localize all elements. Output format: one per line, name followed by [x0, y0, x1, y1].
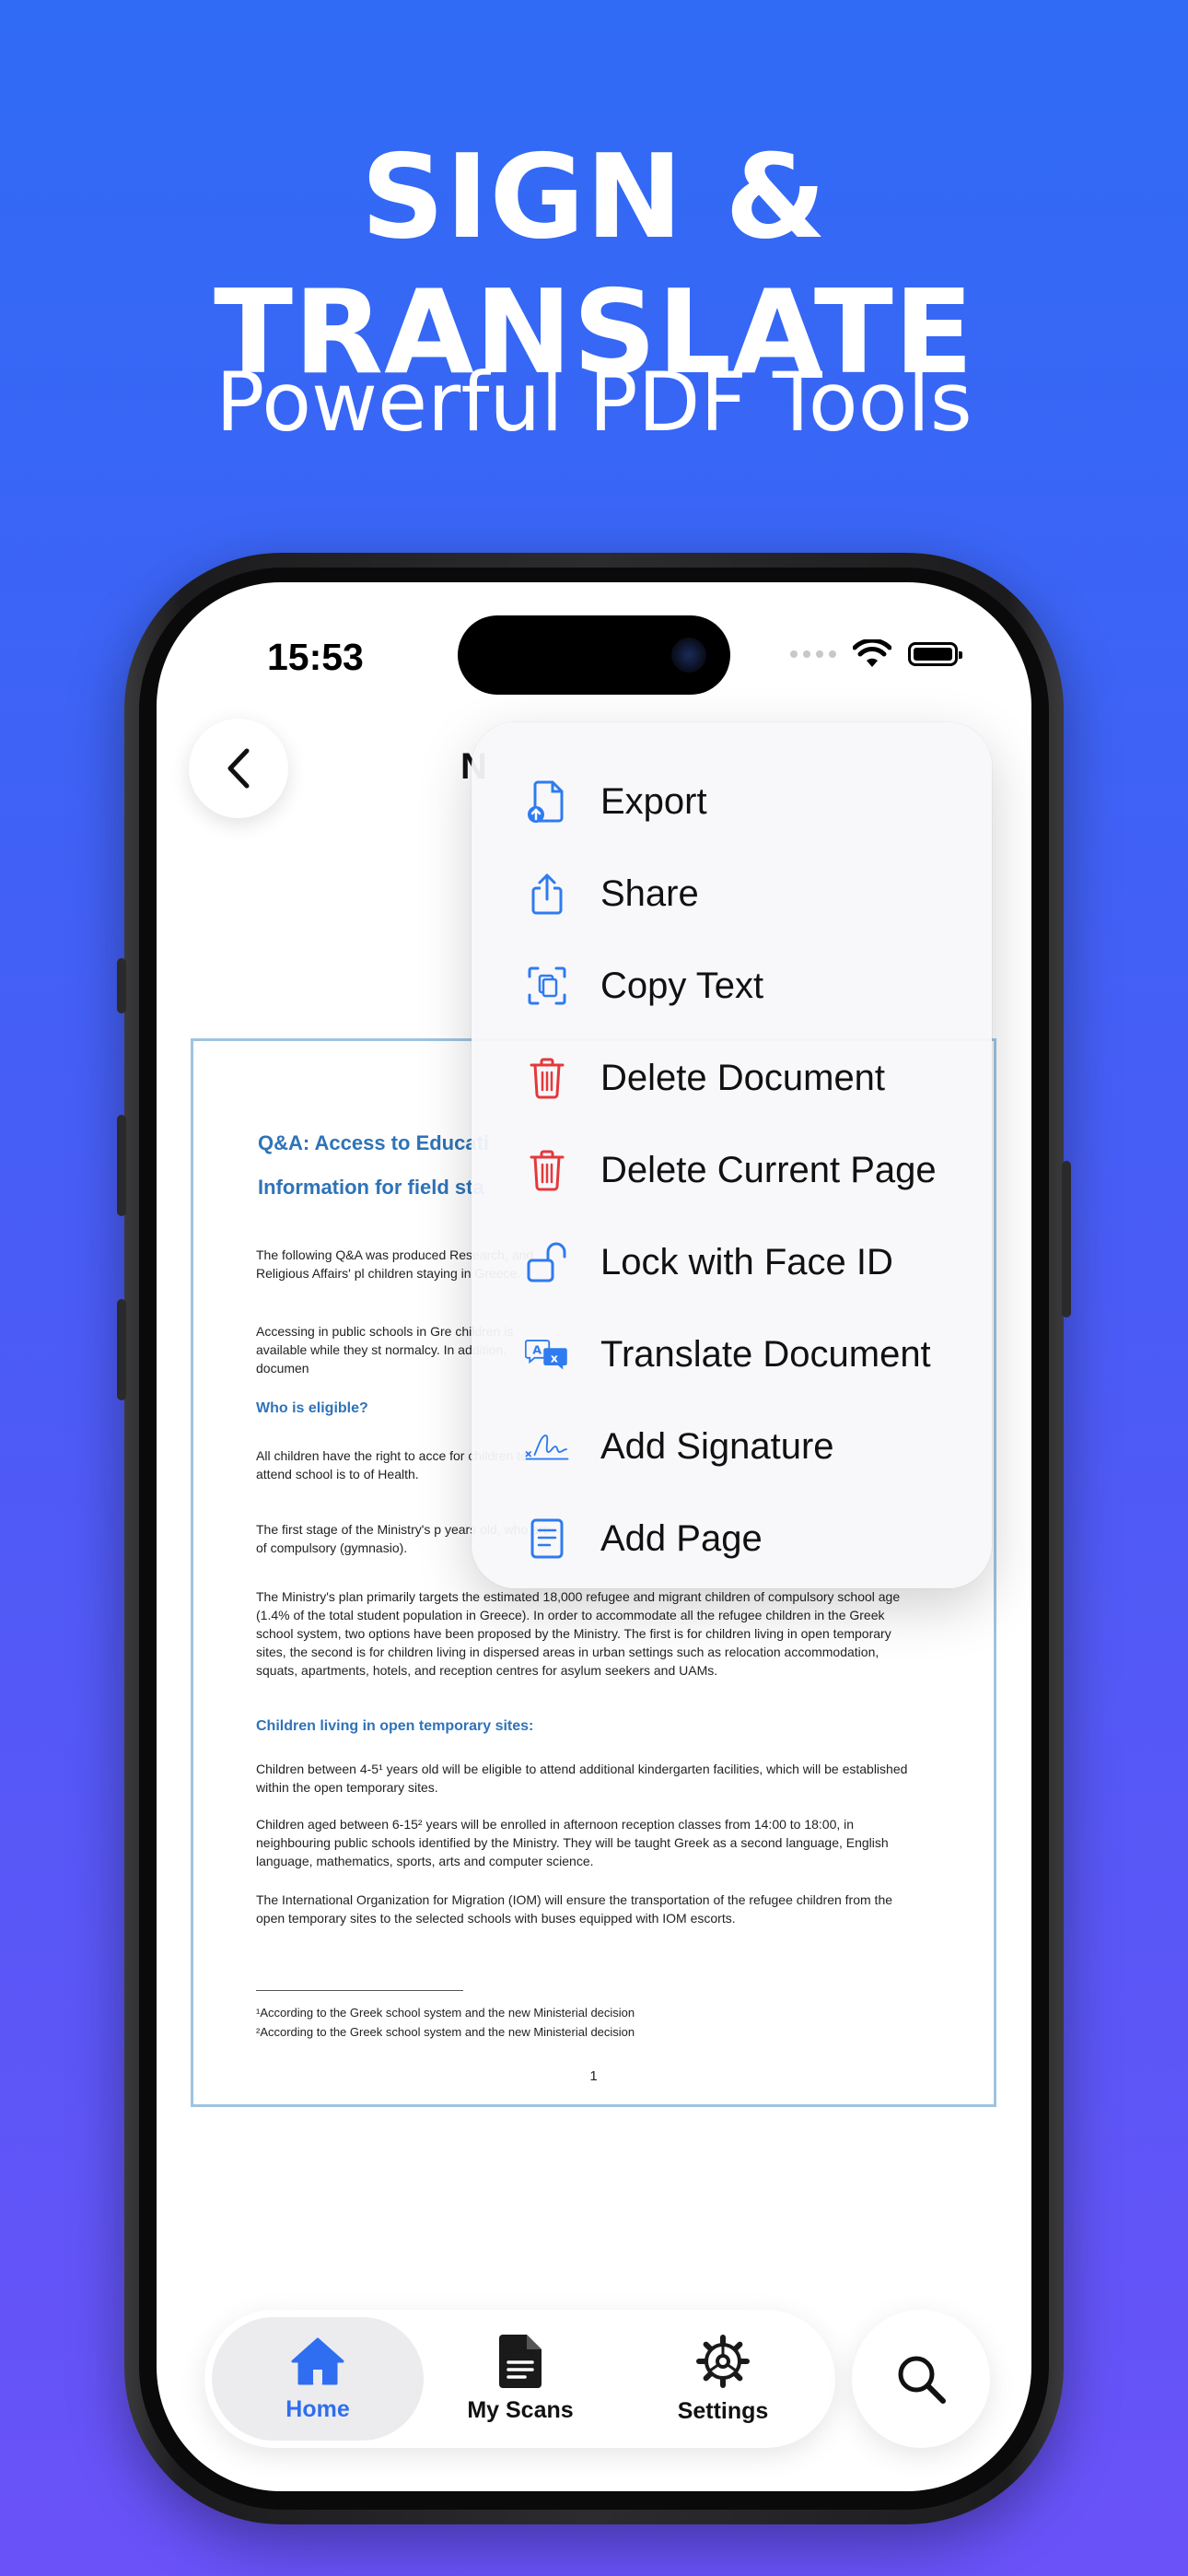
document-icon	[499, 2334, 542, 2388]
phone-volume-up	[117, 1115, 126, 1216]
status-time: 15:53	[267, 636, 364, 678]
document-paragraph: Children between 4-5¹ years old will be …	[256, 1762, 908, 1795]
menu-item-label: Delete Current Page	[600, 1149, 937, 1190]
document-options-menu: Export Share Copy Text Delete Document D…	[472, 722, 992, 1588]
chevron-left-icon	[227, 748, 250, 789]
share-icon	[525, 872, 569, 916]
menu-item-label: Delete Document	[600, 1057, 886, 1098]
tab-my-scans-label: My Scans	[467, 2396, 574, 2423]
page-number: 1	[589, 2068, 598, 2084]
trash-icon	[525, 1148, 569, 1192]
menu-item-label: Add Page	[600, 1517, 763, 1559]
tab-settings-label: Settings	[677, 2397, 769, 2424]
footnote-divider	[256, 1990, 463, 1991]
menu-item-add-page[interactable]: Add Page	[472, 1493, 992, 1585]
trash-icon	[525, 1056, 569, 1100]
menu-item-export[interactable]: Export	[472, 755, 992, 848]
copy-text-scan-icon	[525, 964, 569, 1008]
tab-home-label: Home	[285, 2395, 350, 2422]
tab-settings[interactable]: Settings	[617, 2317, 829, 2441]
tab-bar: Home My Scans Settings	[204, 2310, 835, 2448]
search-icon	[898, 2356, 946, 2404]
hero-subline: Powerful PDF Tools	[215, 355, 973, 450]
menu-item-label: Translate Document	[600, 1333, 931, 1375]
svg-text:A: A	[532, 1343, 542, 1357]
document-heading-line-2: Information for field sta	[258, 1176, 484, 1199]
menu-item-label: Lock with Face ID	[600, 1241, 893, 1282]
camera-icon	[671, 638, 706, 673]
battery-icon	[908, 642, 962, 666]
menu-item-label: Share	[600, 872, 699, 914]
unlock-icon	[525, 1240, 569, 1284]
phone-screen: 15:53 N Q&A: Access to Educati Informati…	[157, 582, 1031, 2491]
menu-item-delete-current-page[interactable]: Delete Current Page	[472, 1124, 992, 1216]
search-button[interactable]	[852, 2310, 990, 2448]
menu-item-add-signature[interactable]: Add Signature	[472, 1400, 992, 1493]
document-section-heading: Who is eligible?	[256, 1400, 368, 1416]
signature-icon	[525, 1424, 569, 1469]
translate-icon: A x	[525, 1332, 569, 1376]
document-paragraph: The Ministry's plan primarily targets th…	[256, 1589, 901, 1678]
phone-power-button	[1062, 1161, 1071, 1317]
back-button[interactable]	[189, 719, 288, 818]
export-document-icon	[525, 779, 569, 824]
tab-home[interactable]: Home	[212, 2317, 424, 2441]
phone-action-button	[117, 958, 126, 1013]
footnote: ¹According to the Greek school system an…	[256, 2006, 635, 2020]
menu-item-label: Export	[600, 780, 707, 822]
status-icons	[790, 639, 962, 669]
menu-item-share[interactable]: Share	[472, 848, 992, 940]
menu-item-copy-text[interactable]: Copy Text	[472, 940, 992, 1032]
menu-item-translate-document[interactable]: A x Translate Document	[472, 1308, 992, 1400]
document-section-heading: Children living in open temporary sites:	[256, 1718, 534, 1734]
wifi-icon	[853, 639, 891, 667]
home-icon	[291, 2337, 344, 2384]
menu-item-label: Add Signature	[600, 1425, 834, 1467]
document-paragraph: Children aged between 6-15² years will b…	[256, 1817, 889, 1868]
footnote: ²According to the Greek school system an…	[256, 2025, 635, 2039]
menu-item-label: Copy Text	[600, 965, 764, 1006]
menu-item-delete-document[interactable]: Delete Document	[472, 1032, 992, 1124]
svg-text:x: x	[551, 1352, 559, 1365]
add-page-icon	[525, 1516, 569, 1561]
menu-item-lock-face-id[interactable]: Lock with Face ID	[472, 1216, 992, 1308]
document-heading-line-1: Q&A: Access to Educati	[258, 1131, 490, 1154]
document-paragraph: The International Organization for Migra…	[256, 1892, 893, 1926]
gear-icon	[696, 2334, 750, 2388]
dynamic-island	[458, 615, 730, 695]
cellular-signal-icon	[790, 650, 836, 658]
tab-my-scans[interactable]: My Scans	[414, 2317, 626, 2441]
phone-volume-down	[117, 1299, 126, 1400]
